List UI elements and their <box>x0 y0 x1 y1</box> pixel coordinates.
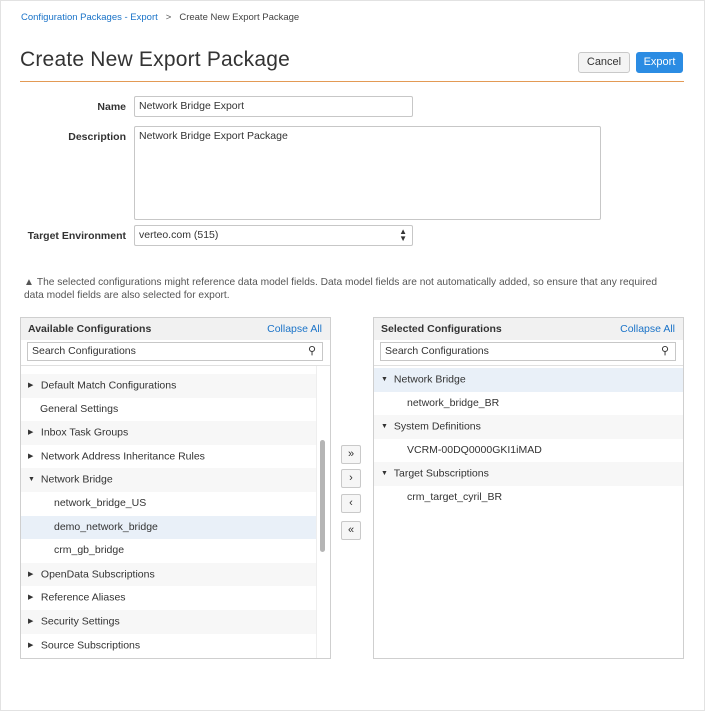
caret-right-icon[interactable]: ▶ <box>28 586 38 610</box>
tree-item-label: Inbox Task Groups <box>40 426 129 439</box>
tree-item-row[interactable]: General Settings <box>21 398 330 422</box>
tree-item-label: Target Subscriptions <box>393 467 489 480</box>
available-search-input[interactable]: Search Configurations ⚲ <box>27 342 323 361</box>
warning-text: The selected configurations might refere… <box>24 277 658 301</box>
search-icon[interactable]: ⚲ <box>308 345 316 358</box>
breadcrumb-current: Create New Export Package <box>179 12 300 23</box>
caret-down-icon[interactable]: ▼ <box>381 368 391 392</box>
tree-group-row[interactable]: ▶ Source Subscriptions <box>21 634 330 658</box>
tree-item-label: Network Bridge <box>393 373 466 386</box>
breadcrumb-link-export[interactable]: Configuration Packages - Export <box>21 12 158 23</box>
tree-group-row[interactable]: ▶ Default Match Configurations <box>21 374 330 398</box>
tree-group-row[interactable]: ▶ Inbox Task Groups <box>21 421 330 445</box>
available-collapse-all-link[interactable]: Collapse All <box>267 323 322 335</box>
tree-group-row[interactable]: ▼ Network Bridge <box>374 368 683 392</box>
selected-tree: ▼ Network Bridge network_bridge_BR ▼ Syste… <box>374 368 683 658</box>
export-button[interactable]: Export <box>636 52 683 73</box>
caret-right-icon[interactable]: ▶ <box>28 610 38 634</box>
tree-item-row[interactable]: VCRM-00DQ0000GKI1iMAD <box>374 439 683 463</box>
breadcrumb: Configuration Packages - Export > Create N… <box>21 12 299 23</box>
tree-item-label: crm_gb_bridge <box>54 544 125 557</box>
caret-right-icon[interactable]: ▶ <box>28 445 38 469</box>
caret-right-icon[interactable]: ▶ <box>28 421 38 445</box>
tree-group-row[interactable]: ▼ Network Bridge <box>21 468 330 492</box>
caret-down-icon[interactable]: ▼ <box>381 462 391 486</box>
cancel-button[interactable]: Cancel <box>578 52 630 73</box>
target-environment-value: verteo.com (515) <box>139 229 219 241</box>
tree-item-label: OpenData Subscriptions <box>40 568 155 581</box>
tree-item-row[interactable]: network_bridge_BR <box>374 392 683 416</box>
name-input[interactable]: Network Bridge Export <box>134 96 413 117</box>
available-panel-divider <box>21 365 330 366</box>
tree-item-row[interactable]: network_bridge_US <box>21 492 330 516</box>
selected-panel-title: Selected Configurations <box>381 323 502 335</box>
add-all-button[interactable]: » <box>341 445 361 464</box>
tree-item-label: Default Match Configurations <box>40 379 177 392</box>
available-configurations-panel: Available Configurations Collapse All Se… <box>20 317 331 659</box>
tree-group-row[interactable]: ▶ Security Settings <box>21 609 330 634</box>
caret-right-icon[interactable]: ▶ <box>28 563 38 587</box>
warning-message: ▲ The selected configurations might refer… <box>24 276 674 302</box>
tree-item-row[interactable]: crm_gb_bridge <box>21 539 330 563</box>
description-textarea[interactable]: Network Bridge Export Package <box>134 126 601 220</box>
selected-collapse-all-link[interactable]: Collapse All <box>620 323 675 335</box>
tree-item-label: network_bridge_BR <box>407 396 500 409</box>
tree-item-label: Source Subscriptions <box>40 639 141 652</box>
name-label: Name <box>97 101 126 113</box>
tree-item-row[interactable]: crm_target_cyril_BR <box>374 486 683 510</box>
tree-item-label: demo_network_bridge <box>54 520 158 533</box>
selected-search-input[interactable]: Search Configurations ⚲ <box>380 342 676 361</box>
available-panel-title: Available Configurations <box>28 323 152 335</box>
tree-item-label: General Settings <box>40 402 119 415</box>
page-title: Create New Export Package <box>20 48 290 71</box>
tree-item-label: Reference Aliases <box>40 591 126 604</box>
remove-all-button[interactable]: « <box>341 521 361 540</box>
available-panel-header: Available Configurations Collapse All <box>21 318 330 340</box>
target-environment-label: Target Environment <box>27 230 126 242</box>
caret-right-icon[interactable]: ▶ <box>28 634 38 658</box>
tree-item-label: VCRM-00DQ0000GKI1iMAD <box>407 443 542 456</box>
tree-group-row[interactable]: ▼ Target Subscriptions <box>374 462 683 486</box>
description-label: Description <box>68 131 126 143</box>
select-arrows-icon: ▲ ▼ <box>399 227 407 243</box>
caret-right-icon[interactable]: ▶ <box>28 374 38 398</box>
tree-group-row[interactable]: ▶ Reference Aliases <box>21 586 330 610</box>
search-icon[interactable]: ⚲ <box>661 345 669 358</box>
remove-selected-button[interactable]: ‹ <box>341 494 361 513</box>
selected-configurations-panel: Selected Configurations Collapse All Sea… <box>373 317 684 659</box>
add-selected-button[interactable]: › <box>341 469 361 488</box>
tree-group-row[interactable]: ▶ OpenData Subscriptions <box>21 562 330 587</box>
tree-item-label: crm_target_cyril_BR <box>407 490 503 503</box>
selected-search-placeholder: Search Configurations <box>385 345 489 357</box>
tree-item-label: Network Address Inheritance Rules <box>40 450 205 463</box>
breadcrumb-separator: > <box>165 12 172 23</box>
tree-item-label: network_bridge_US <box>54 496 147 509</box>
target-environment-select[interactable]: verteo.com (515) ▲ ▼ <box>134 225 413 246</box>
warning-triangle-icon: ▲ <box>24 277 34 288</box>
tree-group-row[interactable]: ▶ Network Address Inheritance Rules <box>21 445 330 469</box>
available-scrollbar-thumb[interactable] <box>320 440 325 552</box>
tree-item-row[interactable]: demo_network_bridge <box>21 515 330 540</box>
tree-item-label: System Definitions <box>393 420 481 433</box>
tree-item-label: Security Settings <box>40 615 120 628</box>
caret-down-icon[interactable]: ▼ <box>381 415 391 439</box>
title-divider <box>20 81 684 82</box>
selected-panel-divider <box>374 365 683 366</box>
available-tree: ▶ Default Match Configurations General Se… <box>21 374 330 658</box>
caret-down-icon[interactable]: ▼ <box>28 468 38 492</box>
selected-panel-header: Selected Configurations Collapse All <box>374 318 683 340</box>
available-search-placeholder: Search Configurations <box>32 345 136 357</box>
tree-group-row[interactable]: ▼ System Definitions <box>374 415 683 439</box>
tree-item-label: Network Bridge <box>40 473 113 486</box>
